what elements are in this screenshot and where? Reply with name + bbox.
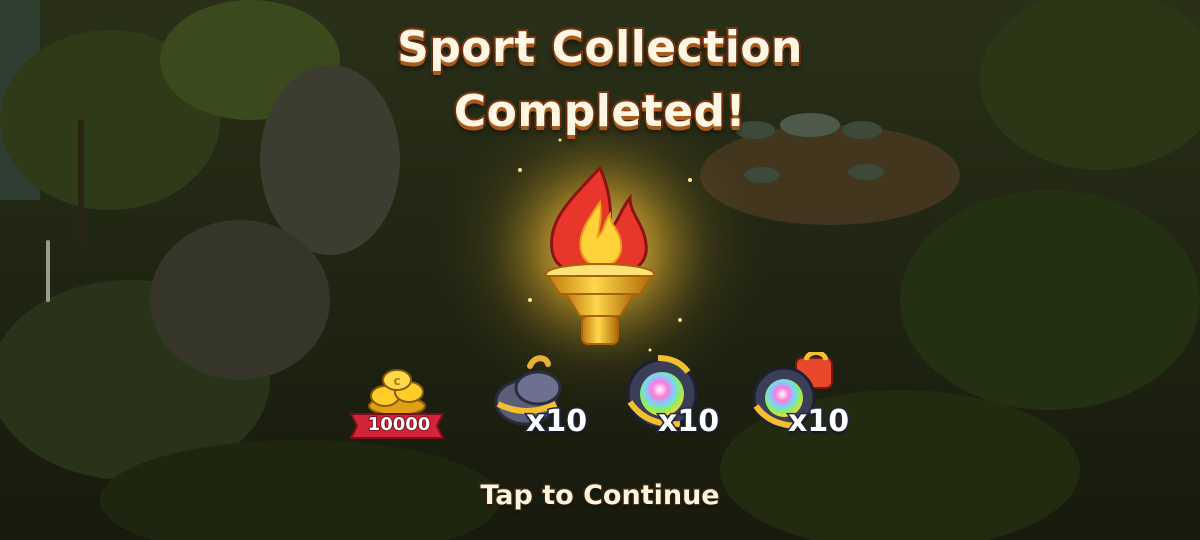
reward-coins-amount: 10000 xyxy=(367,413,432,436)
reward-rainbow-orb-qty: x10 xyxy=(656,403,720,441)
popup-title-line2: Completed! xyxy=(452,84,748,139)
flaming-torch-icon xyxy=(545,165,655,345)
reward-bomb: x10 xyxy=(484,352,604,441)
reward-bomb-qty: x10 xyxy=(524,403,588,441)
scrollbar[interactable] xyxy=(46,240,50,302)
reward-coins: c 10000 xyxy=(345,362,465,442)
reward-rainbow-orb-rocket-qty: x10 xyxy=(786,403,850,441)
tap-to-continue-button[interactable]: Tap to Continue xyxy=(0,479,1200,513)
reward-rainbow-orb: x10 xyxy=(622,352,742,441)
reward-rainbow-orb-rocket: x10 xyxy=(750,352,870,441)
svg-text:c: c xyxy=(393,374,400,388)
popup-title-line1: Sport Collection xyxy=(395,20,804,75)
